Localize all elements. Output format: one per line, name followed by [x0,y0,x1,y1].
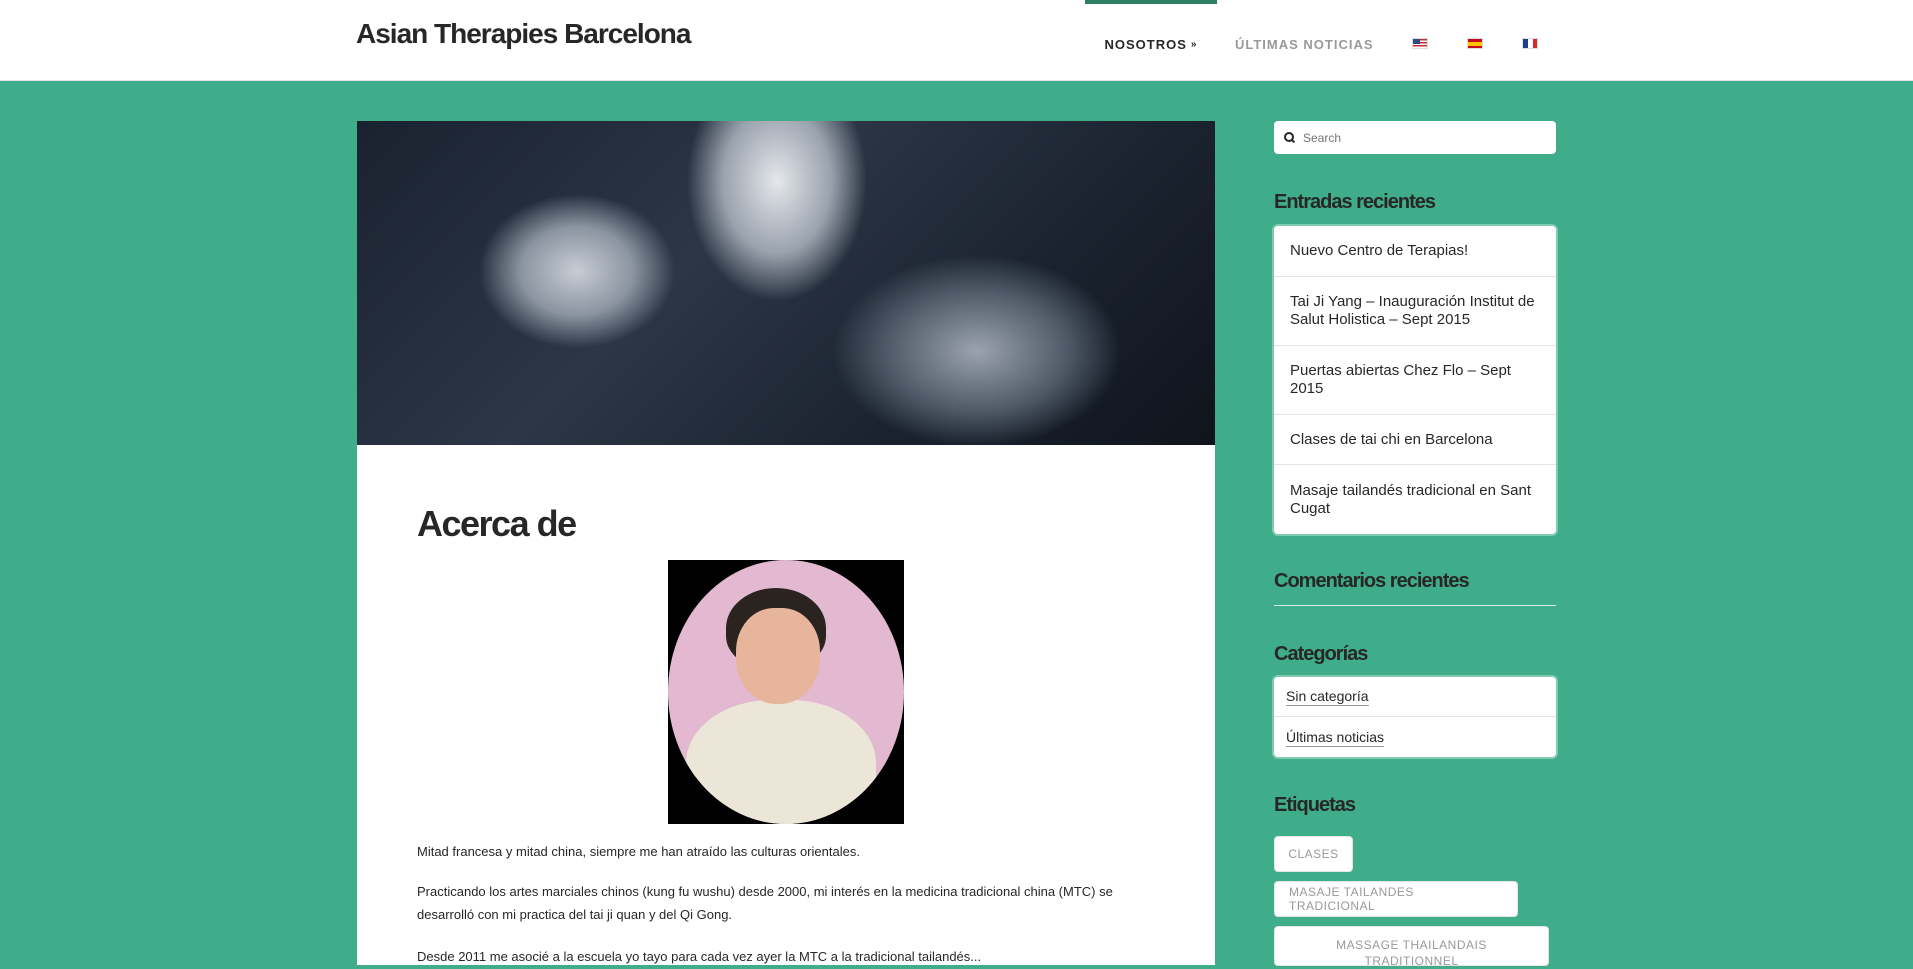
english-flag-icon[interactable] [1412,38,1428,49]
hero-image [357,121,1215,445]
category-item[interactable]: Últimas noticias [1274,717,1556,757]
body-paragraph-cutoff: Desde 2011 me asocié a la escuela yo tay… [417,949,982,964]
tags-title: Etiquetas [1274,794,1356,816]
divider [1274,605,1556,606]
nav-item-label: NOSOTROS [1104,36,1187,52]
site-title[interactable]: Asian Therapies Barcelona [356,18,691,50]
category-link[interactable]: Sin categoría [1286,687,1369,706]
intro-paragraph: Mitad francesa y mitad china, siempre me… [417,844,860,859]
nav-item-ultimas-noticias[interactable]: ÚLTIMAS NOTICIAS [1235,0,1374,84]
double-chevron-down-icon: » [1190,38,1198,50]
french-flag-icon[interactable] [1522,38,1538,49]
recent-comments-title: Comentarios recientes [1274,570,1470,592]
search-input[interactable] [1301,129,1545,146]
tag-clases[interactable]: CLASES [1274,836,1353,872]
page-title: Acerca de [417,503,577,544]
recent-post-link[interactable]: Nuevo Centro de Terapias! [1274,226,1556,277]
recent-posts-list: Nuevo Centro de Terapias! Tai Ji Yang – … [1274,226,1556,534]
categories-title: Categorías [1274,643,1368,665]
categories-list: Sin categoría Últimas noticias [1274,677,1556,757]
spanish-flag-icon[interactable] [1467,38,1483,49]
category-item[interactable]: Sin categoría [1274,677,1556,717]
site-header: Asian Therapies Barcelona NOSOTROS » ÚLT… [0,0,1913,81]
nav-item-nosotros[interactable]: NOSOTROS » [1085,0,1217,80]
search-box[interactable] [1274,121,1556,154]
recent-post-link[interactable]: Tai Ji Yang – Inauguración Institut de S… [1274,277,1556,346]
recent-post-link[interactable]: Puertas abiertas Chez Flo – Sept 2015 [1274,346,1556,415]
tag-massage-thailandais[interactable]: MASSAGE THAILANDAIS TRADITIONNEL [1274,926,1549,968]
portrait-image [668,560,904,824]
recent-post-link[interactable]: Masaje tailandés tradicional en Sant Cug… [1274,465,1556,534]
search-icon [1284,132,1295,143]
recent-posts-title: Entradas recientes [1274,191,1436,213]
tag-masaje-tailandes[interactable]: MASAJE TAILANDES TRADICIONAL [1274,881,1518,917]
body-paragraph: Practicando los artes marciales chinos (… [417,884,1113,922]
content-card: Acerca de Mitad francesa y mitad china, … [357,445,1215,965]
recent-post-link[interactable]: Clases de tai chi en Barcelona [1274,415,1556,465]
category-link[interactable]: Últimas noticias [1286,728,1385,747]
